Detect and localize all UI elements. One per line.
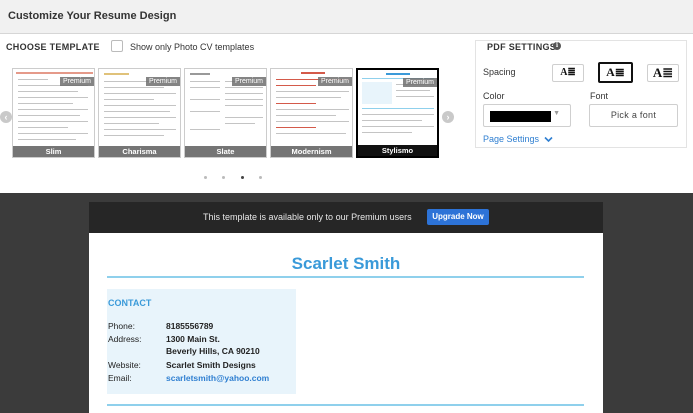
phone-label: Phone: [108,321,135,331]
website-value: Scarlet Smith Designs [166,360,256,370]
carousel-dot-3[interactable] [241,176,244,179]
website-label: Website: [108,360,141,370]
color-select[interactable]: ▼ [483,104,571,127]
contact-heading: CONTACT [108,298,152,308]
choose-template-heading: CHOOSE TEMPLATE [6,42,100,52]
address-line-2: Beverly Hills, CA 90210 [166,346,260,356]
template-thumb-stylismo[interactable]: Premium Stylismo [356,68,439,158]
template-name: Slim [13,146,94,157]
carousel-dot-1[interactable] [204,176,207,179]
modal-header: Customize Your Resume Design [0,0,693,34]
section-divider [107,404,584,406]
spacing-label: Spacing [483,67,516,77]
pick-font-button[interactable]: Pick a font [589,104,678,127]
page-settings-link[interactable]: Page Settings [483,134,553,144]
template-name: Modernism [271,146,352,157]
photo-cv-checkbox[interactable] [111,40,123,52]
info-icon[interactable]: i [553,42,561,50]
pdf-settings-heading: PDF SETTINGS [487,42,557,52]
address-line-1: 1300 Main St. [166,334,220,344]
premium-badge: Premium [402,78,437,87]
resume-name: Scarlet Smith [291,254,401,273]
email-label: Email: [108,373,132,383]
premium-notice-text: This template is available only to our P… [203,212,412,222]
email-link[interactable]: scarletsmith@yahoo.com [166,373,269,383]
page-settings-label: Page Settings [483,134,540,144]
color-swatch [490,111,551,122]
carousel-dot-2[interactable] [222,176,225,179]
template-name: Stylismo [358,145,437,156]
spacing-compact-button[interactable]: A≣ [552,64,584,82]
premium-badge: Premium [231,77,266,86]
premium-badge: Premium [59,77,94,86]
phone-value: 8185556789 [166,321,214,331]
carousel-prev-icon[interactable]: ‹ [0,111,12,123]
template-thumb-charisma[interactable]: Premium Charisma [98,68,181,158]
chevron-down-icon [543,137,553,143]
premium-badge: Premium [317,77,352,86]
spacing-normal-button[interactable]: A≣ [598,62,633,83]
font-label: Font [590,91,609,101]
spacing-wide-button[interactable]: A≣ [647,64,679,82]
photo-cv-checkbox-label[interactable]: Show only Photo CV templates [130,42,254,52]
upgrade-now-button[interactable]: Upgrade Now [427,209,489,225]
template-name: Slate [185,146,266,157]
carousel-next-icon[interactable]: › [442,111,454,123]
template-thumb-slim[interactable]: Premium Slim [12,68,95,158]
template-thumb-slate[interactable]: Premium Slate [184,68,267,158]
pdf-settings-panel [475,40,687,148]
address-label: Address: [108,334,142,344]
template-name: Charisma [99,146,180,157]
modal-title: Customize Your Resume Design [8,10,177,22]
chevron-down-icon: ▼ [553,110,560,117]
color-label: Color [483,91,505,101]
template-thumb-modernism[interactable]: Premium Modernism [270,68,353,158]
name-divider [107,276,584,278]
carousel-dot-4[interactable] [259,176,262,179]
premium-badge: Premium [145,77,180,86]
